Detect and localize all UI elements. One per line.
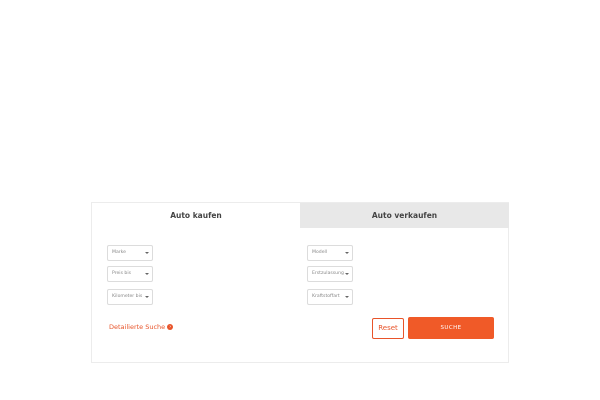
chevron-down-icon bbox=[345, 252, 349, 254]
modell-select[interactable]: Modell bbox=[307, 245, 353, 261]
preis-bis-select-label: Preis bis bbox=[112, 271, 132, 276]
kilometer-bis-select[interactable]: Kilometer bis bbox=[107, 289, 153, 305]
erstzulassung-select-label: Erstzulassung bbox=[312, 271, 344, 276]
arrow-circle-right-icon: › bbox=[167, 324, 174, 330]
modell-select-label: Modell bbox=[312, 250, 328, 255]
marke-select-label: Marke bbox=[112, 250, 126, 255]
detailierte-suche-link[interactable]: Detailierte Suche › bbox=[109, 323, 174, 331]
chevron-down-icon bbox=[345, 273, 349, 275]
chevron-down-icon bbox=[145, 296, 149, 298]
tab-auto-kaufen[interactable]: Auto kaufen bbox=[92, 203, 300, 228]
chevron-down-icon bbox=[145, 273, 149, 275]
kilometer-bis-select-label: Kilometer bis bbox=[112, 294, 143, 299]
chevron-down-icon bbox=[345, 296, 349, 298]
chevron-down-icon bbox=[145, 252, 149, 254]
search-button[interactable]: SUCHE bbox=[408, 317, 494, 339]
kraftstoffart-select[interactable]: Kraftstoffart bbox=[307, 289, 353, 305]
erstzulassung-select[interactable]: Erstzulassung bbox=[307, 266, 353, 282]
tab-bar: Auto kaufen Auto verkaufen bbox=[92, 203, 509, 228]
detailierte-suche-label: Detailierte Suche bbox=[109, 323, 166, 331]
reset-button[interactable]: Reset bbox=[372, 318, 404, 339]
search-panel: Auto kaufen Auto verkaufen Marke Preis b… bbox=[91, 202, 509, 363]
preis-bis-select[interactable]: Preis bis bbox=[107, 266, 153, 282]
marke-select[interactable]: Marke bbox=[107, 245, 153, 261]
kraftstoffart-select-label: Kraftstoffart bbox=[312, 294, 340, 299]
tab-auto-verkaufen[interactable]: Auto verkaufen bbox=[300, 203, 509, 228]
